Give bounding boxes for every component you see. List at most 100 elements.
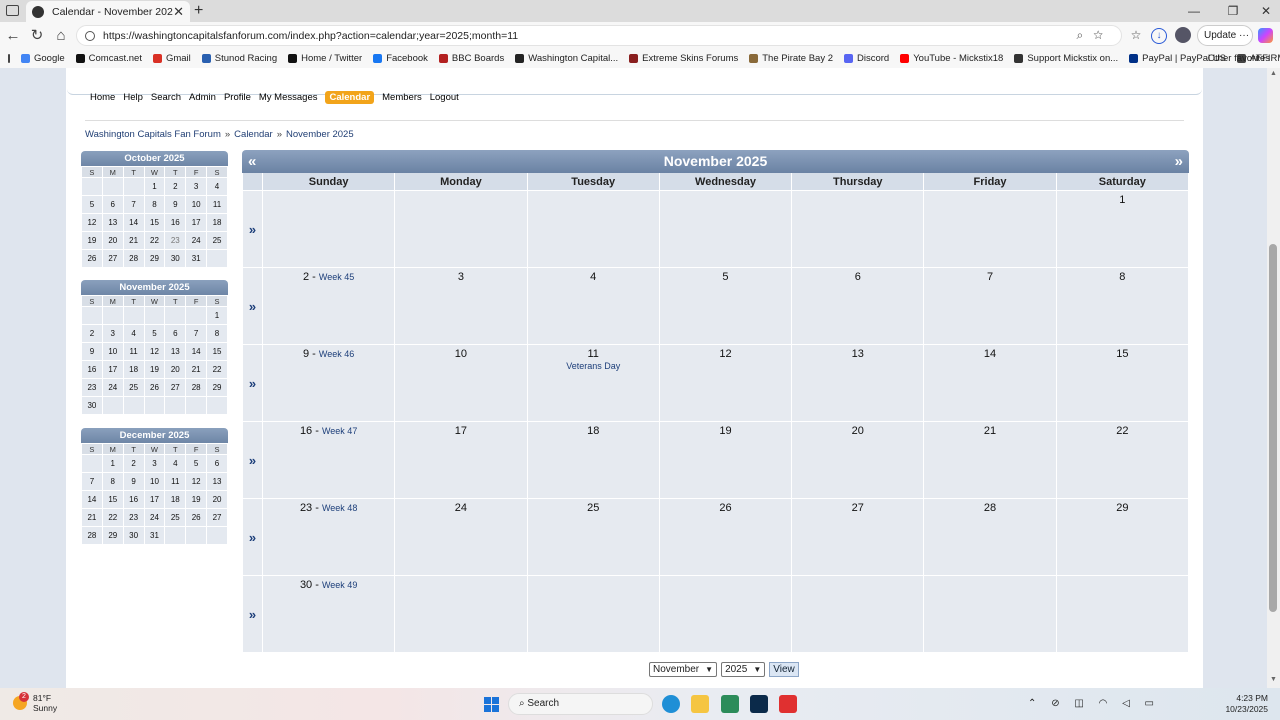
mini-day-cell[interactable]: 27 [165, 379, 186, 396]
calendar-day-cell[interactable]: 22 [1056, 422, 1188, 498]
mini-day-cell[interactable]: 30 [123, 527, 144, 544]
mini-day-cell[interactable]: 18 [123, 361, 144, 378]
view-week-button[interactable]: » [243, 422, 262, 498]
bookmark-item[interactable]: Support Mickstix on... [1014, 53, 1118, 64]
close-tab-icon[interactable]: ✕ [173, 4, 184, 20]
day-number[interactable]: 7 [987, 271, 993, 283]
calendar-day-cell[interactable]: 2 - Week 45 [263, 268, 395, 344]
mini-day-cell[interactable]: 2 [82, 325, 102, 342]
copilot-icon[interactable] [1258, 28, 1273, 43]
mini-day-cell[interactable]: 25 [123, 379, 144, 396]
photoshop-icon[interactable] [750, 695, 768, 713]
bookmark-item[interactable]: Extreme Skins Forums [629, 53, 738, 64]
mini-day-cell[interactable]: 10 [186, 196, 207, 213]
mini-day-cell[interactable]: 29 [102, 527, 123, 544]
other-favorites[interactable]: Other favorites [1208, 49, 1270, 68]
calendar-day-cell[interactable]: 14 [924, 345, 1056, 421]
mini-day-cell[interactable]: 24 [102, 379, 123, 396]
mini-day-cell[interactable]: 10 [144, 473, 165, 490]
mini-day-cell[interactable]: 5 [82, 196, 102, 213]
nav-home[interactable]: Home [90, 91, 115, 104]
next-month-button[interactable]: » [1175, 150, 1183, 173]
mini-day-cell[interactable]: 13 [102, 214, 123, 231]
bookmark-item[interactable]: Stunod Racing [201, 53, 277, 64]
mini-day-cell[interactable]: 20 [165, 361, 186, 378]
calendar-day-cell[interactable]: 28 [924, 499, 1056, 575]
mini-day-cell[interactable]: 3 [144, 455, 165, 472]
day-number[interactable]: 24 [455, 502, 467, 514]
view-week-button[interactable]: » [243, 345, 262, 421]
mini-day-cell[interactable]: 11 [123, 343, 144, 360]
day-number[interactable]: 6 [855, 271, 861, 283]
minimize-button[interactable]: — [1180, 0, 1208, 22]
browser-tab[interactable]: Calendar - November 2025 ✕ [26, 1, 190, 22]
breadcrumb-calendar[interactable]: Calendar [234, 129, 273, 140]
calendar-day-cell[interactable]: 21 [924, 422, 1056, 498]
day-number[interactable]: 12 [719, 348, 731, 360]
view-week-button[interactable]: » [243, 191, 262, 267]
mini-day-cell[interactable]: 8 [144, 196, 165, 213]
mini-day-cell[interactable]: 24 [186, 232, 207, 249]
mini-calendar-title[interactable]: October 2025 [81, 151, 228, 166]
mini-day-cell[interactable]: 4 [207, 178, 227, 195]
calendar-day-cell[interactable]: 13 [792, 345, 924, 421]
mini-day-cell[interactable]: 21 [186, 361, 207, 378]
mini-day-cell[interactable]: 3 [186, 178, 207, 195]
nav-calendar[interactable]: Calendar [325, 91, 375, 104]
day-number[interactable]: 25 [587, 502, 599, 514]
calendar-day-cell[interactable]: 23 - Week 48 [263, 499, 395, 575]
mini-day-cell[interactable]: 11 [165, 473, 186, 490]
mini-day-cell[interactable]: 23 [82, 379, 102, 396]
view-week-button[interactable]: » [243, 576, 262, 652]
mini-day-cell[interactable]: 19 [186, 491, 207, 508]
week-link[interactable]: Week 46 [319, 349, 354, 359]
mini-day-cell[interactable]: 15 [207, 343, 227, 360]
mini-day-cell[interactable]: 13 [165, 343, 186, 360]
mini-day-cell[interactable]: 6 [207, 455, 227, 472]
site-info-icon[interactable] [85, 30, 95, 41]
mini-day-cell[interactable]: 5 [144, 325, 165, 342]
nav-profile[interactable]: Profile [224, 91, 251, 104]
edge-app-icon[interactable] [662, 695, 680, 713]
bookmark-item[interactable]: Comcast.net [75, 53, 142, 64]
day-number[interactable]: 8 [1119, 271, 1125, 283]
nav-members[interactable]: Members [382, 91, 422, 104]
week-link[interactable]: Week 47 [322, 426, 357, 436]
calendar-day-cell[interactable]: 1 [1056, 191, 1188, 267]
calendar-day-cell[interactable]: 19 [659, 422, 792, 498]
mini-day-cell[interactable]: 19 [82, 232, 102, 249]
calendar-day-cell[interactable]: 30 - Week 49 [263, 576, 395, 652]
mini-day-cell[interactable]: 17 [186, 214, 207, 231]
day-number[interactable]: 5 [722, 271, 728, 283]
address-bar[interactable]: https://washingtoncapitalsfanforum.com/i… [76, 25, 1122, 46]
mini-day-cell[interactable]: 11 [207, 196, 227, 213]
home-icon[interactable]: ⌂ [51, 22, 71, 49]
month-select[interactable]: November ▼ [649, 662, 718, 677]
mini-day-cell[interactable]: 26 [186, 509, 207, 526]
mini-day-cell[interactable]: 30 [165, 250, 186, 267]
refresh-icon[interactable]: ↻ [27, 22, 47, 49]
mini-day-cell[interactable]: 29 [144, 250, 165, 267]
mini-day-cell[interactable]: 9 [165, 196, 186, 213]
view-button[interactable]: View [769, 662, 799, 677]
week-link[interactable]: Week 49 [322, 580, 357, 590]
mini-day-cell[interactable]: 12 [144, 343, 165, 360]
day-number[interactable]: 14 [984, 348, 996, 360]
mini-day-cell[interactable]: 28 [82, 527, 102, 544]
mini-day-cell[interactable]: 15 [102, 491, 123, 508]
taskbar-search[interactable]: ⌕ Search [508, 693, 653, 715]
mini-day-cell[interactable]: 13 [207, 473, 227, 490]
mini-day-cell[interactable]: 24 [144, 509, 165, 526]
page-scrollbar[interactable]: ▲ ▼ [1267, 68, 1280, 688]
calendar-day-cell[interactable]: 5 [659, 268, 792, 344]
calendar-day-cell[interactable]: 15 [1056, 345, 1188, 421]
scrollbar-thumb[interactable] [1269, 244, 1277, 612]
more-icon[interactable]: ··· [1239, 30, 1249, 41]
mini-day-cell[interactable]: 17 [102, 361, 123, 378]
mini-day-cell[interactable]: 14 [186, 343, 207, 360]
calendar-day-cell[interactable]: 7 [924, 268, 1056, 344]
day-number[interactable]: 4 [590, 271, 596, 283]
calendar-day-cell[interactable]: 26 [659, 499, 792, 575]
day-number[interactable]: 27 [852, 502, 864, 514]
mini-day-cell[interactable]: 8 [102, 473, 123, 490]
